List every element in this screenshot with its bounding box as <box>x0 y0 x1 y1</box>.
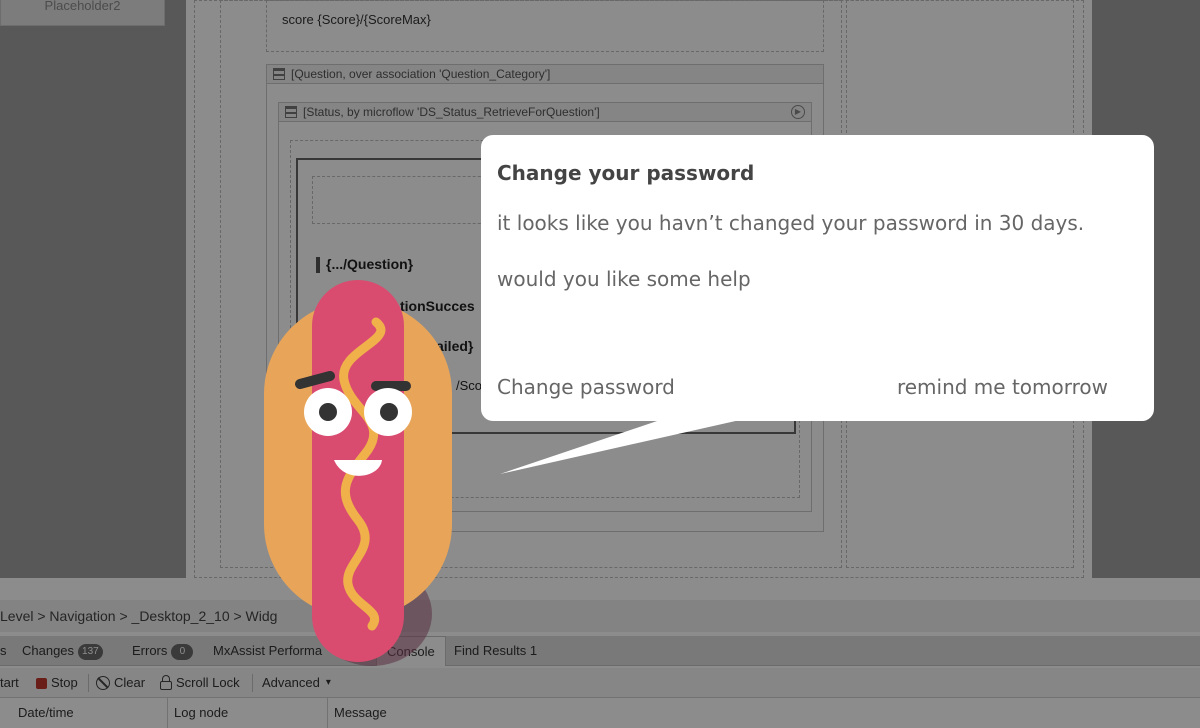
right-pupil <box>380 403 398 421</box>
left-pupil <box>319 403 337 421</box>
assistant-speech-bubble: Change your password it looks like you h… <box>481 135 1154 421</box>
change-password-button[interactable]: Change password <box>497 375 675 399</box>
bubble-title: Change your password <box>497 161 755 185</box>
hotdog-mascot-icon[interactable] <box>248 280 478 670</box>
bubble-message: it looks like you havn’t changed your pa… <box>497 211 1085 235</box>
bubble-question: would you like some help <box>497 267 751 291</box>
remind-me-tomorrow-button[interactable]: remind me tomorrow <box>897 375 1108 399</box>
